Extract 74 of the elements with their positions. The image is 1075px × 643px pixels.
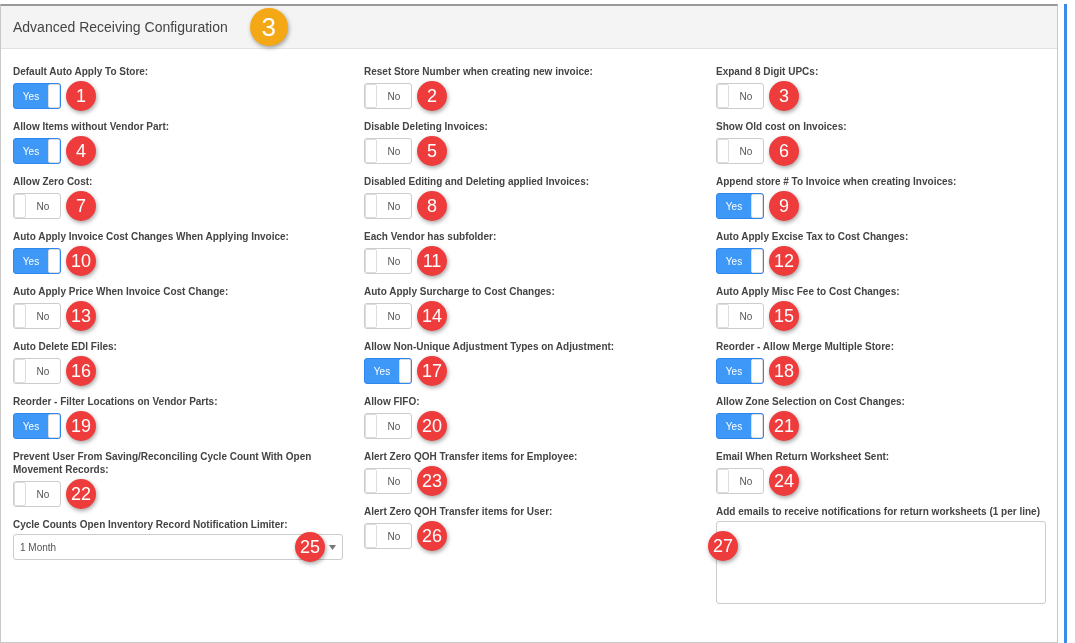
setting-label: Auto Apply Invoice Cost Changes When Applying Invoice:: [13, 230, 290, 243]
number-marker: 24: [769, 466, 799, 496]
toggle-switch[interactable]: No: [364, 303, 412, 329]
setting-label: Allow Items without Vendor Part:: [13, 120, 171, 133]
setting-label: Auto Delete EDI Files:: [13, 340, 118, 353]
toggle-switch[interactable]: No: [716, 303, 764, 329]
toggle-switch[interactable]: No: [13, 481, 61, 507]
toggle-switch[interactable]: No: [716, 138, 764, 164]
number-marker: 7: [66, 191, 96, 221]
number-marker: 13: [66, 301, 96, 331]
setting-label: Alert Zero QOH Transfer items for Employee:: [364, 450, 579, 463]
setting-label: Disable Deleting Invoices:: [364, 120, 489, 133]
number-marker: 25: [295, 532, 325, 562]
setting-label: Reorder - Allow Merge Multiple Store:: [716, 340, 895, 353]
setting-label: Add emails to receive notifications for return worksheets (1 per line): [716, 505, 1041, 518]
setting-label: Allow FIFO:: [364, 395, 421, 408]
setting-label: Alert Zero QOH Transfer items for User:: [364, 505, 554, 518]
setting-label: Auto Apply Misc Fee to Cost Changes:: [716, 285, 901, 298]
number-marker: 4: [66, 136, 96, 166]
toggle-switch[interactable]: No: [364, 193, 412, 219]
setting-label: Allow Zero Cost:: [13, 175, 94, 188]
setting-label: Reset Store Number when creating new invoice:: [364, 65, 594, 78]
toggle-switch[interactable]: No: [364, 523, 412, 549]
number-marker: 27: [708, 531, 738, 561]
number-marker: 15: [769, 301, 799, 331]
number-marker: 6: [769, 136, 799, 166]
number-marker: 18: [769, 356, 799, 386]
toggle-switch[interactable]: No: [13, 193, 61, 219]
setting-label: Auto Apply Surcharge to Cost Changes:: [364, 285, 556, 298]
toggle-switch[interactable]: No: [716, 468, 764, 494]
toggle-switch[interactable]: No: [364, 138, 412, 164]
number-marker: 14: [417, 301, 447, 331]
toggle-switch[interactable]: No: [13, 303, 61, 329]
number-marker: 12: [769, 246, 799, 276]
setting-label: Show Old cost on Invoices:: [716, 120, 848, 133]
toggle-switch[interactable]: No: [716, 83, 764, 109]
toggle-switch[interactable]: No: [364, 83, 412, 109]
number-marker: 8: [417, 191, 447, 221]
text-area[interactable]: [716, 521, 1046, 604]
setting-label: Disabled Editing and Deleting applied Invoices:: [364, 175, 591, 188]
setting-label: Email When Return Worksheet Sent:: [716, 450, 891, 463]
setting-label: Allow Non-Unique Adjustment Types on Adjustment:: [364, 340, 616, 353]
number-marker: 10: [66, 246, 96, 276]
number-marker: 1: [66, 81, 96, 111]
number-marker: 17: [417, 356, 447, 386]
number-marker: 3: [249, 8, 288, 46]
setting-label: Auto Apply Price When Invoice Cost Change:: [13, 285, 230, 298]
toggle-switch[interactable]: No: [364, 248, 412, 274]
number-marker: 16: [66, 356, 96, 386]
setting-label: Allow Zone Selection on Cost Changes:: [716, 395, 906, 408]
caret-icon: [329, 544, 336, 550]
toggle-switch[interactable]: No: [364, 413, 412, 439]
setting-label: Auto Apply Excise Tax to Cost Changes:: [716, 230, 910, 243]
number-marker: 19: [66, 411, 96, 441]
setting-label: Prevent User From Saving/Reconciling Cycle Count With Open Movement Records:: [13, 450, 313, 476]
number-marker: 5: [417, 136, 447, 166]
toggle-switch[interactable]: No: [364, 468, 412, 494]
setting-label: Default Auto Apply To Store:: [13, 65, 150, 78]
number-marker: 11: [417, 246, 447, 276]
panel-title: Advanced Receiving Configuration: [13, 19, 228, 35]
number-marker: 22: [66, 479, 96, 509]
number-marker: 2: [417, 81, 447, 111]
number-marker: 3: [769, 81, 799, 111]
setting-label: Expand 8 Digit UPCs:: [716, 65, 820, 78]
number-marker: 23: [417, 466, 447, 496]
setting-label: Reorder - Filter Locations on Vendor Parts:: [13, 395, 219, 408]
toggle-switch[interactable]: No: [13, 358, 61, 384]
number-marker: 9: [769, 191, 799, 221]
number-marker: 21: [769, 411, 799, 441]
setting-label: Cycle Counts Open Inventory Record Notification Limiter:: [13, 518, 289, 531]
number-marker: 20: [417, 411, 447, 441]
number-marker: 26: [417, 521, 447, 551]
setting-label: Each Vendor has subfolder:: [364, 230, 498, 243]
setting-label: Append store # To Invoice when creating Invoices:: [716, 175, 958, 188]
